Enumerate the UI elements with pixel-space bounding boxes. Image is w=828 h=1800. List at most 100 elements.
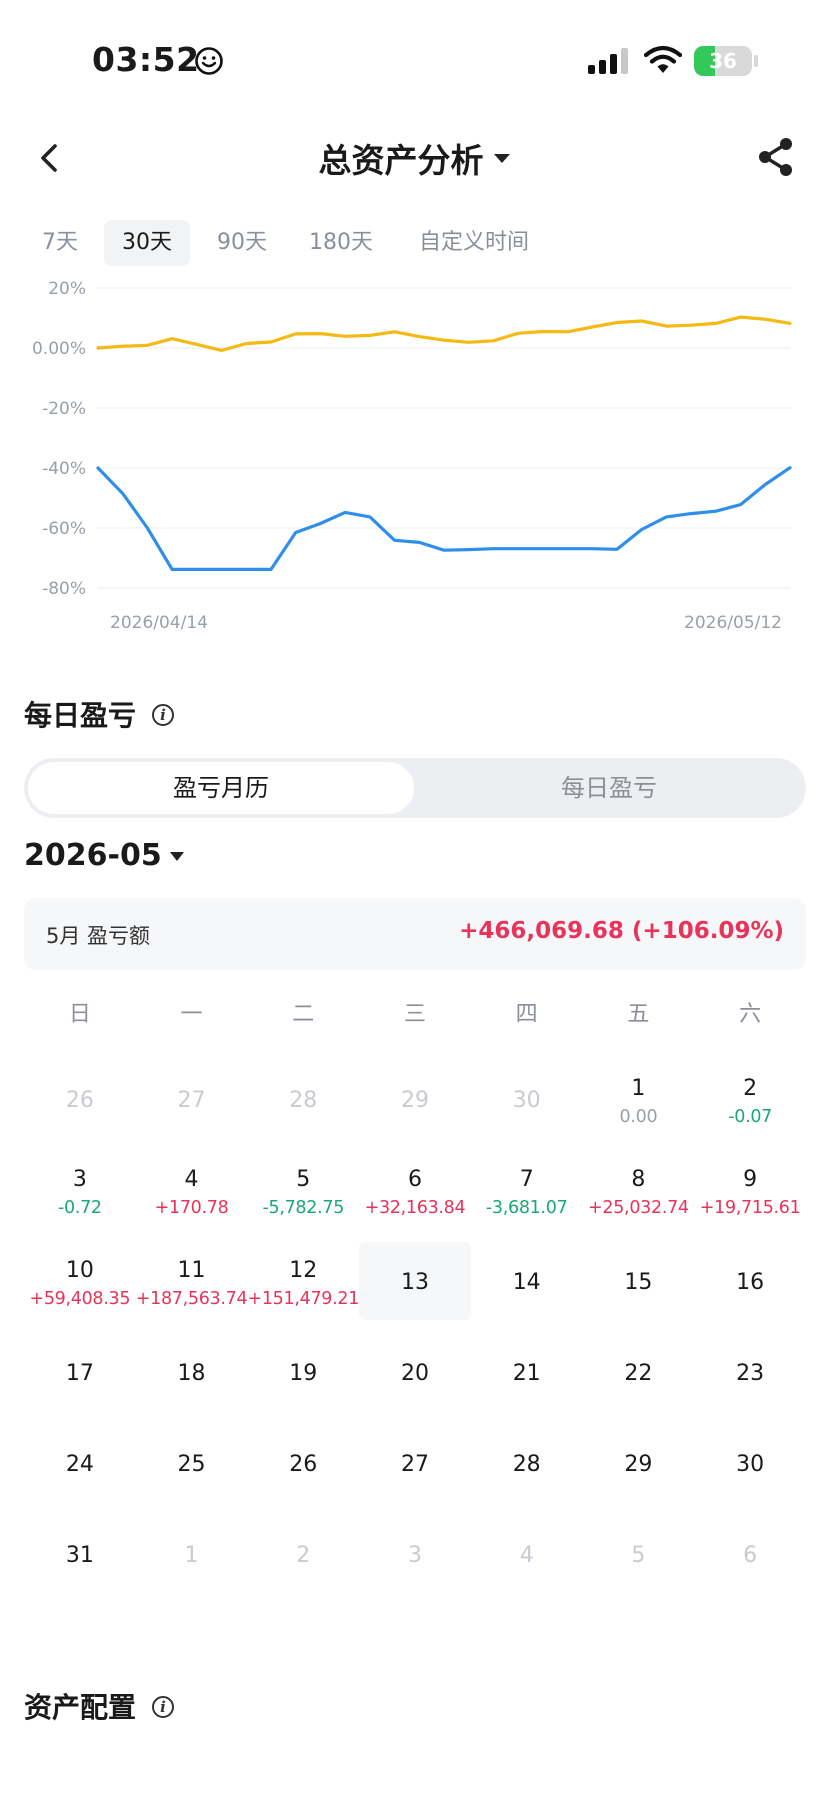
y-tick-label: 20% <box>48 279 86 299</box>
calendar-day[interactable]: 4 +170.78 <box>136 1151 248 1229</box>
weekday-label: 一 <box>180 1002 203 1027</box>
calendar-day: 28 <box>247 1060 359 1138</box>
day-number: 2 <box>743 1076 758 1101</box>
segment-daily-pnl[interactable]: 每日盈亏 <box>416 762 802 814</box>
calendar-day[interactable]: 9 +19,715.61 <box>694 1151 806 1229</box>
day-number: 29 <box>624 1452 653 1477</box>
day-pnl-value: -0.07 <box>728 1107 773 1127</box>
y-tick-label: -80% <box>42 579 86 599</box>
asset-trend-chart[interactable]: 20% 0.00% -20% -40% -60% -80% 2026/04/14 2026/0… <box>0 276 828 636</box>
tab-custom-range[interactable]: 自定义时间 <box>398 220 550 266</box>
dropdown-caret-icon <box>169 852 184 861</box>
calendar-day: 3 <box>359 1515 471 1593</box>
calendar-day[interactable]: 24 <box>24 1424 136 1502</box>
calendar-day[interactable]: 2 -0.07 <box>694 1060 806 1138</box>
line-chart: 20% 0.00% -20% -40% -60% -80% 2026/04/14 2026/0… <box>32 279 792 633</box>
weekday-label: 二 <box>292 1002 315 1027</box>
info-icon[interactable]: i <box>152 704 174 726</box>
dropdown-caret-icon <box>493 153 510 163</box>
day-number: 27 <box>400 1452 429 1477</box>
day-pnl-value: +187,563.74 <box>135 1289 248 1309</box>
y-tick-label: 0.00% <box>32 339 86 359</box>
day-number: 30 <box>512 1088 541 1113</box>
calendar-day: 29 <box>359 1060 471 1138</box>
day-number: 3 <box>407 1543 422 1568</box>
day-pnl-value: +151,479.21 <box>247 1289 360 1309</box>
tab-180d[interactable]: 180天 <box>294 220 388 266</box>
day-pnl-value: -3,681.07 <box>485 1198 568 1218</box>
battery-tip <box>754 55 758 67</box>
page-title: 总资产分析 <box>318 141 484 180</box>
calendar-day[interactable]: 27 <box>359 1424 471 1502</box>
calendar-day[interactable]: 26 <box>247 1424 359 1502</box>
calendar-day[interactable]: 16 <box>694 1242 806 1320</box>
calendar-day[interactable]: 21 <box>471 1333 583 1411</box>
day-number: 5 <box>296 1167 311 1192</box>
calendar-day[interactable]: 14 <box>471 1242 583 1320</box>
day-number: 21 <box>512 1361 541 1386</box>
battery-level: 36 <box>709 49 737 73</box>
calendar-day[interactable]: 29 <box>583 1424 695 1502</box>
calendar-day[interactable]: 17 <box>24 1333 136 1411</box>
calendar-day[interactable]: 31 <box>24 1515 136 1593</box>
calendar-day[interactable]: 8 +25,032.74 <box>583 1151 695 1229</box>
day-number: 22 <box>624 1361 653 1386</box>
day-pnl-value: +25,032.74 <box>588 1198 689 1218</box>
day-pnl-value: +19,715.61 <box>699 1198 801 1218</box>
y-tick-label: -40% <box>42 459 86 479</box>
day-number: 31 <box>65 1543 94 1568</box>
calendar-day: 30 <box>471 1060 583 1138</box>
day-number: 9 <box>743 1167 758 1192</box>
day-number: 13 <box>400 1270 429 1295</box>
tab-7d[interactable]: 7天 <box>26 220 94 266</box>
pnl-view-switch: 盈亏月历 每日盈亏 <box>24 758 806 818</box>
day-pnl-value: -5,782.75 <box>262 1198 345 1218</box>
day-number: 30 <box>736 1452 765 1477</box>
calendar-day[interactable]: 20 <box>359 1333 471 1411</box>
calendar-day[interactable]: 6 +32,163.84 <box>359 1151 471 1229</box>
day-number: 28 <box>512 1452 541 1477</box>
day-number: 25 <box>177 1452 206 1477</box>
calendar-day[interactable]: 13 <box>359 1242 471 1320</box>
day-number: 28 <box>289 1088 318 1113</box>
calendar-day: 26 <box>24 1060 136 1138</box>
calendar-day[interactable]: 7 -3,681.07 <box>471 1151 583 1229</box>
calendar-day[interactable]: 28 <box>471 1424 583 1502</box>
day-number: 29 <box>400 1088 429 1113</box>
tab-30d[interactable]: 30天 <box>104 220 190 266</box>
calendar-day[interactable]: 23 <box>694 1333 806 1411</box>
calendar-day[interactable]: 10 +59,408.35 <box>24 1242 136 1320</box>
tab-90d[interactable]: 90天 <box>200 220 284 266</box>
segment-pnl-calendar[interactable]: 盈亏月历 <box>28 762 414 814</box>
day-number: 12 <box>289 1258 318 1283</box>
day-number: 19 <box>289 1361 318 1386</box>
calendar-day[interactable]: 18 <box>136 1333 248 1411</box>
signal-icon <box>588 48 628 74</box>
calendar-day[interactable]: 11 +187,563.74 <box>136 1242 248 1320</box>
month-selector[interactable]: 2026-05 <box>24 838 184 873</box>
title-dropdown[interactable]: 总资产分析 <box>0 134 828 182</box>
month-summary: 5月 盈亏额 +466,069.68 (+106.09%) <box>24 898 806 970</box>
info-icon[interactable]: i <box>152 1696 174 1718</box>
calendar-day[interactable]: 30 <box>694 1424 806 1502</box>
calendar-day[interactable]: 25 <box>136 1424 248 1502</box>
calendar-day[interactable]: 5 -5,782.75 <box>247 1151 359 1229</box>
day-pnl-value: -0.72 <box>57 1198 102 1218</box>
calendar-day[interactable]: 3 -0.72 <box>24 1151 136 1229</box>
calendar-day[interactable]: 22 <box>583 1333 695 1411</box>
day-number: 6 <box>743 1543 758 1568</box>
day-number: 17 <box>65 1361 94 1386</box>
series-line-0 <box>96 315 792 353</box>
series-line-1 <box>96 466 792 571</box>
calendar-day[interactable]: 12 +151,479.21 <box>247 1242 359 1320</box>
day-number: 18 <box>177 1361 206 1386</box>
calendar-day[interactable]: 1 0.00 <box>583 1060 695 1138</box>
day-number: 10 <box>65 1258 94 1283</box>
share-icon[interactable] <box>756 136 796 178</box>
calendar-day[interactable]: 15 <box>583 1242 695 1320</box>
weekday-label: 日 <box>68 1002 91 1027</box>
battery-icon: 36 <box>694 46 752 76</box>
day-number: 15 <box>624 1270 653 1295</box>
status-time: 03:52 <box>92 40 200 79</box>
calendar-day[interactable]: 19 <box>247 1333 359 1411</box>
